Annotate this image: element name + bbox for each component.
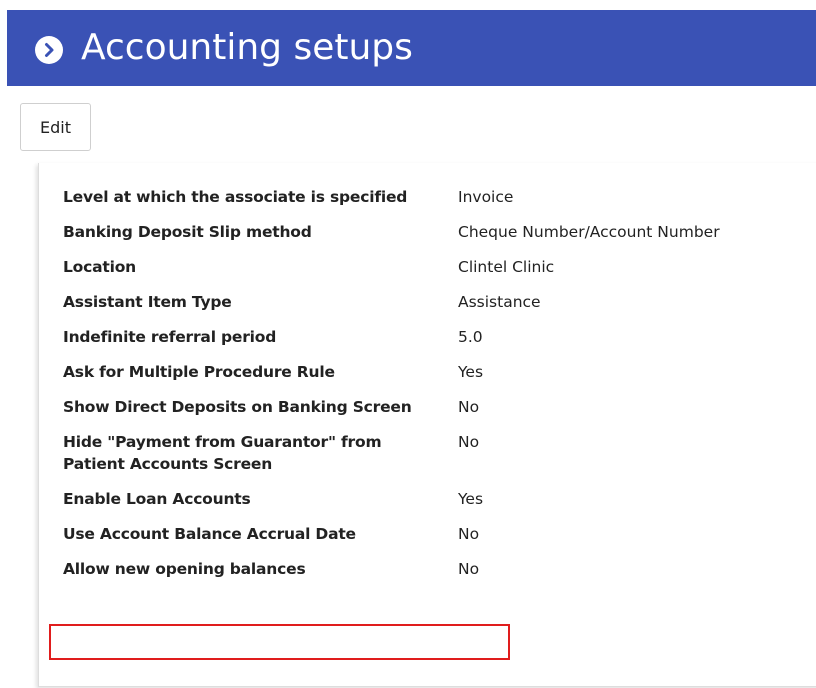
setting-label: Use Account Balance Accrual Date [63,525,356,543]
setting-label: Hide "Payment from Guarantor" from Patie… [63,433,382,473]
setting-value: No [458,525,480,543]
setting-value: 5.0 [458,328,483,346]
setting-row-opening-balances: Allow new opening balances No [63,555,803,590]
setting-row-location: Location Clintel Clinic [63,253,803,288]
setting-value: Assistance [458,293,541,311]
chevron-right-circle-icon [35,36,63,64]
setting-row-multiple-procedure-rule: Ask for Multiple Procedure Rule Yes [63,358,803,393]
setting-label: Enable Loan Accounts [63,490,251,508]
settings-card: Level at which the associate is specifie… [38,163,816,687]
setting-row-direct-deposits: Show Direct Deposits on Banking Screen N… [63,393,803,428]
setting-row-hide-guarantor-payment: Hide "Payment from Guarantor" from Patie… [63,428,803,485]
setting-row-accrual-date: Use Account Balance Accrual Date No [63,520,803,555]
page-title: Accounting setups [81,27,413,68]
page-header: Accounting setups [7,10,816,86]
edit-button[interactable]: Edit [20,103,91,151]
setting-row-deposit-slip-method: Banking Deposit Slip method Cheque Numbe… [63,218,803,253]
setting-label: Banking Deposit Slip method [63,223,312,241]
setting-value: No [458,433,480,451]
setting-row-assistant-item-type: Assistant Item Type Assistance [63,288,803,323]
setting-row-referral-period: Indefinite referral period 5.0 [63,323,803,358]
setting-value: No [458,398,480,416]
setting-row-associate-level: Level at which the associate is specifie… [63,183,803,218]
setting-value: Invoice [458,188,514,206]
setting-label: Ask for Multiple Procedure Rule [63,363,335,381]
setting-value: Cheque Number/Account Number [458,223,720,241]
setting-label: Assistant Item Type [63,293,232,311]
setting-row-loan-accounts: Enable Loan Accounts Yes [63,485,803,520]
setting-label: Indefinite referral period [63,328,277,346]
setting-label: Allow new opening balances [63,560,306,578]
setting-label: Location [63,258,136,276]
settings-list: Level at which the associate is specifie… [63,183,803,590]
setting-value: Yes [458,363,484,381]
setting-value: Clintel Clinic [458,258,555,276]
setting-label: Show Direct Deposits on Banking Screen [63,398,412,416]
setting-value: No [458,560,480,578]
setting-label: Level at which the associate is specifie… [63,188,408,206]
setting-value: Yes [458,490,484,508]
